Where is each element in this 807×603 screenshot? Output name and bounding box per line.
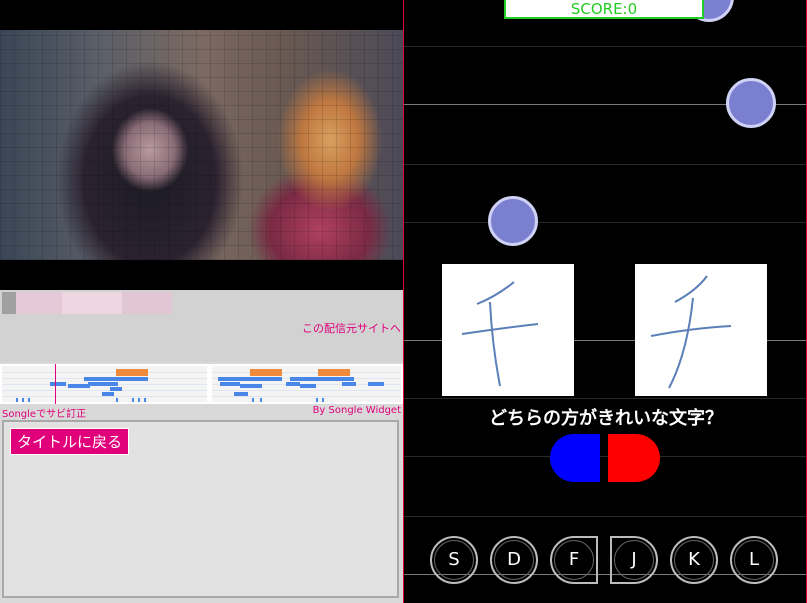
control-panel: タイトルに戻る: [2, 420, 399, 598]
songle-footer: Songleでサビ訂正 By Songle Widget: [0, 405, 403, 420]
question-text: どちらの方がきれいな文字？: [489, 408, 723, 429]
falling-note: [726, 78, 776, 128]
choice-capsule: [550, 434, 660, 482]
source-site-link[interactable]: この配信元サイトへ: [302, 320, 401, 336]
chorus-segment[interactable]: [250, 369, 282, 376]
chorus-segment[interactable]: [116, 369, 148, 376]
key-d-button[interactable]: D: [490, 536, 538, 584]
character-option-left[interactable]: [442, 264, 574, 396]
choice-right-indicator[interactable]: [608, 434, 660, 482]
left-panel: この配信元サイトへ Songleでサビ訂正 By Songle Widget タ…: [0, 0, 403, 603]
key-f-button[interactable]: F: [550, 536, 598, 584]
video-player[interactable]: [0, 0, 403, 290]
songle-fix-link[interactable]: Songleでサビ訂正: [2, 405, 86, 420]
choice-left-indicator[interactable]: [550, 434, 600, 482]
character-option-right[interactable]: [635, 264, 767, 396]
score-display: SCORE:0: [504, 0, 704, 19]
songle-timeline-left[interactable]: [2, 366, 207, 402]
key-j-button[interactable]: J: [610, 536, 658, 584]
video-frame[interactable]: [0, 30, 403, 260]
key-s-button[interactable]: S: [430, 536, 478, 584]
game-area[interactable]: SCORE:0 どちらの方がきれいな文字？ S D F J K L: [403, 0, 807, 603]
key-k-button[interactable]: K: [670, 536, 718, 584]
chorus-segment[interactable]: [318, 369, 350, 376]
key-l-button[interactable]: L: [730, 536, 778, 584]
songle-widget[interactable]: [0, 364, 403, 404]
video-info: この配信元サイトへ: [0, 290, 403, 362]
falling-note: [488, 196, 538, 246]
playback-cursor[interactable]: [55, 364, 56, 404]
songle-timeline-right[interactable]: [212, 366, 401, 402]
video-title-blurred: [2, 292, 172, 314]
back-to-title-button[interactable]: タイトルに戻る: [10, 428, 130, 455]
songle-widget-link[interactable]: By Songle Widget: [313, 405, 401, 416]
